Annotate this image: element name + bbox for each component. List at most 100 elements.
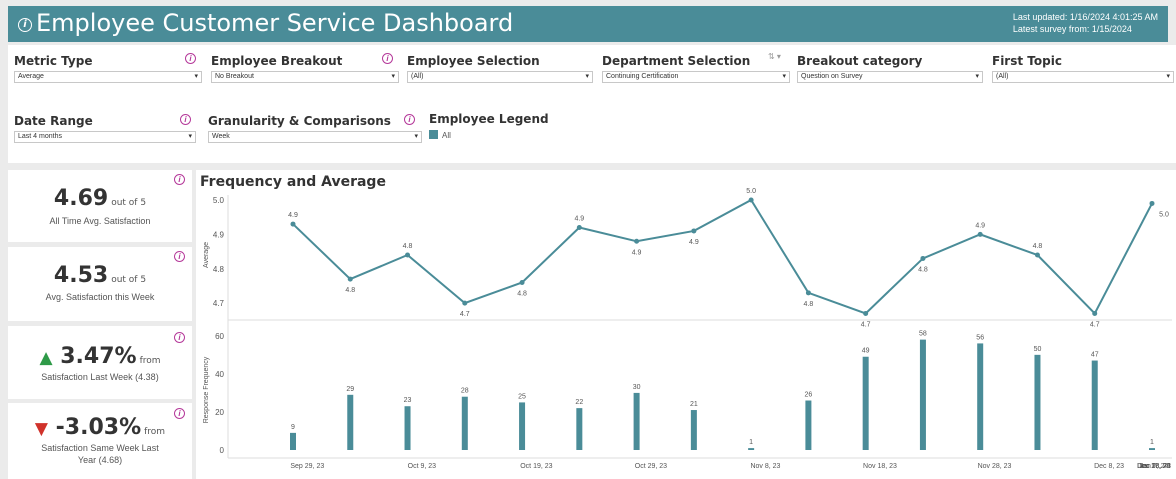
frequency-average-chart: 5.04.94.84.7Average4.94.84.84.74.84.94.9… [203,188,1172,470]
average-data-label: 4.8 [918,266,928,273]
average-data-label: 4.7 [460,311,470,318]
bar-data-label: 28 [461,388,469,395]
dropdown-value: Last 4 months [18,133,62,140]
chevron-down-icon: ▾ [975,73,979,80]
frequency-bar [290,432,296,450]
y-axis-label: Response Frequency [203,356,210,423]
info-icon[interactable]: i [18,18,32,32]
frequency-bar [347,394,354,450]
average-point [519,280,525,285]
frequency-bar [1149,448,1155,450]
average-data-label: 5.0 [746,188,756,195]
average-data-label: 4.8 [345,287,355,294]
dropdown-value: Average [18,73,44,80]
chevron-down-icon: ▾ [782,73,786,80]
breakout-category-dropdown[interactable]: Question on Survey ▾ [797,71,983,83]
info-icon[interactable]: i [174,408,185,419]
kpi-suffix: from [139,356,161,366]
frequency-bar [977,343,984,450]
kpi-value: ▼ -3.03% from [8,415,192,440]
y-tick-label: 40 [215,370,224,379]
frequency-bar [1091,360,1098,450]
kpi-week-satisfaction: i 4.53 out of 5 Avg. Satisfaction this We… [8,247,192,321]
filter-label: Department Selection [602,54,751,68]
average-point [290,221,296,227]
employee-selection-dropdown[interactable]: (All) ▾ [407,71,593,83]
kpi-change-last-week: i ▲ 3.47% from Satisfaction Last Week (4.… [8,326,192,399]
filter-label: Breakout category [797,54,923,68]
metric-type-dropdown[interactable]: Average ▾ [14,71,202,83]
filter-employee-selection: Employee Selection (All) ▾ [407,54,593,83]
x-tick-label: Jan 17, 24 [1138,463,1171,470]
average-data-label: 4.8 [1033,243,1043,250]
dropdown-value: (All) [411,73,424,80]
frequency-bar [690,410,697,450]
bar-data-label: 50 [1034,346,1042,353]
chevron-down-icon: ▾ [188,133,192,140]
average-data-label: 4.9 [975,222,985,229]
average-data-label: 4.9 [689,239,699,246]
bar-data-label: 47 [1091,352,1099,359]
frequency-bar [404,406,411,450]
arrow-up-icon: ▲ [39,348,53,368]
kpi-caption: Satisfaction Same Week Last Year (4.68) [41,443,159,465]
bar-data-label: 22 [575,399,583,406]
x-tick-label: Oct 19, 23 [520,463,552,470]
average-data-label: 4.8 [804,301,814,308]
y-tick-label: 4.9 [213,230,225,239]
frequency-bar [519,402,526,450]
y-tick-label: 4.7 [213,299,225,308]
dashboard-title: i Employee Customer Service Dashboard [18,9,513,37]
bar-data-label: 25 [518,393,526,400]
kpi-change-same-week-last-year: i ▼ -3.03% from Satisfaction Same Week La… [8,403,192,479]
info-icon[interactable]: i [404,114,415,125]
filter-employee-breakout: Employee Breakout No Breakout ▾ [211,54,399,83]
y-tick-label: 5.0 [213,196,225,205]
info-icon[interactable]: i [185,53,196,64]
kpi-suffix: from [144,427,166,437]
legend-item-all[interactable]: All [429,130,579,140]
first-topic-dropdown[interactable]: (All) ▾ [992,71,1174,83]
average-point [1149,200,1155,206]
info-icon[interactable]: i [174,174,185,185]
bar-data-label: 23 [404,397,412,404]
frequency-bar [862,356,869,450]
average-point [462,300,468,306]
employee-legend: Employee Legend All [429,112,579,140]
y-tick-label: 4.8 [213,265,225,274]
kpi-number: 3.47% [60,344,137,369]
kpi-number: 4.69 [53,186,109,211]
employee-breakout-dropdown[interactable]: No Breakout ▾ [211,71,399,83]
dashboard-header: i Employee Customer Service Dashboard Las… [8,6,1168,42]
date-range-dropdown[interactable]: Last 4 months ▾ [14,131,196,143]
frequency-bar [1034,354,1041,450]
average-data-label: 4.8 [403,243,413,250]
average-point [977,231,983,237]
x-tick-label: Dec 8, 23 [1094,463,1124,470]
frequency-bar [461,396,468,450]
average-data-label: 4.9 [574,216,584,223]
kpi-value: 4.53 out of 5 [8,263,192,288]
y-tick-label: 60 [215,332,224,341]
info-icon[interactable]: i [174,332,185,343]
department-selection-dropdown[interactable]: Continuing Certification ▾ [602,71,790,83]
x-tick-label: Oct 9, 23 [408,463,437,470]
update-info: Last updated: 1/16/2024 4:01:25 AM Lates… [1013,11,1158,35]
filter-label: Employee Breakout [211,54,343,68]
frequency-bar [919,339,926,450]
x-tick-label: Nov 8, 23 [750,463,780,470]
kpi-number: -3.03% [55,415,142,440]
info-icon[interactable]: i [174,251,185,262]
filter-label: Granularity & Comparisons [208,114,391,128]
clear-filter-icon[interactable]: ⇅ ▾ [768,52,781,61]
info-icon[interactable]: i [382,53,393,64]
dropdown-value: Continuing Certification [606,73,679,80]
info-icon[interactable]: i [180,114,191,125]
granularity-dropdown[interactable]: Week ▾ [208,131,422,143]
chevron-down-icon: ▾ [194,73,198,80]
average-point [1034,252,1040,258]
frequency-bar [633,392,640,450]
frequency-bar [576,408,583,450]
filter-breakout-category: Breakout category Question on Survey ▾ [797,54,983,83]
average-data-label: 4.7 [1090,321,1100,328]
